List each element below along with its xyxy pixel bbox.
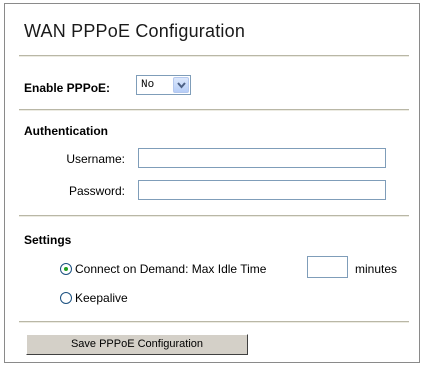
save-pppoe-configuration-button[interactable]: Save PPPoE Configuration [26,334,248,355]
username-field[interactable] [138,148,386,168]
keepalive-label: Keepalive [75,291,128,305]
password-label: Password: [68,184,125,198]
keepalive-radio[interactable] [60,292,72,304]
enable-pppoe-label: Enable PPPoE: [24,81,111,95]
connect-on-demand-radio[interactable] [60,263,72,275]
pppoe-config-panel: WAN PPPoE Configuration Enable PPPoE: No… [4,3,420,363]
chevron-down-icon[interactable] [173,77,189,93]
divider [19,55,409,57]
settings-heading: Settings [24,233,72,247]
max-idle-time-field[interactable] [307,256,348,278]
minutes-label: minutes [355,262,398,276]
divider [19,109,409,111]
page-title: WAN PPPoE Configuration [24,21,246,41]
enable-pppoe-select[interactable]: No [136,75,191,95]
enable-pppoe-value: No [141,79,155,91]
authentication-heading: Authentication [24,124,108,138]
connect-on-demand-label: Connect on Demand: Max Idle Time [75,262,267,276]
divider [19,321,409,323]
password-field[interactable] [138,180,386,200]
divider [19,215,409,217]
username-label: Username: [66,152,125,166]
